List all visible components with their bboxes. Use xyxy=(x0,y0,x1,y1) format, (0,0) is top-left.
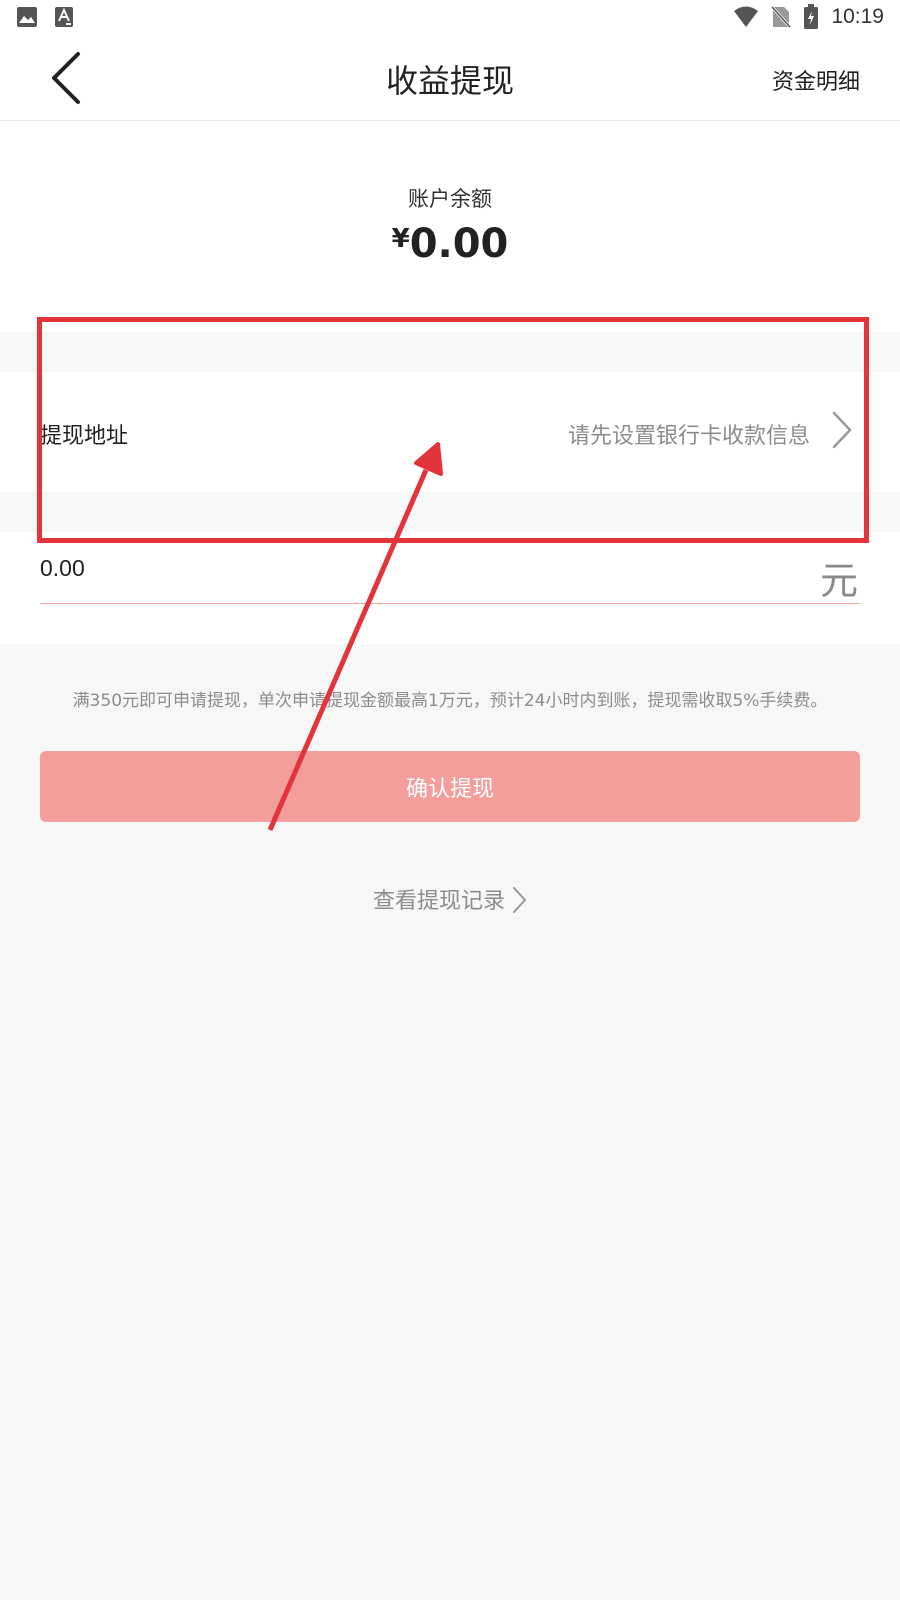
no-sim-icon xyxy=(771,5,792,29)
withdraw-address-value: 请先设置银行卡收款信息 xyxy=(567,424,810,449)
status-bar: 10:19 xyxy=(0,0,900,36)
unit-label: 元 xyxy=(819,559,858,603)
image-icon xyxy=(17,7,37,27)
confirm-withdraw-button[interactable]: 确认提现 xyxy=(40,751,860,822)
wifi-icon xyxy=(734,6,759,27)
withdraw-records-link[interactable]: 查看提现记录 xyxy=(0,883,900,915)
page-title: 收益提现 xyxy=(385,62,514,100)
balance-value: 0.00 xyxy=(409,221,509,267)
balance-amount: ¥0.00 xyxy=(0,221,900,267)
withdraw-records-label: 查看提现记录 xyxy=(372,889,505,914)
battery-charging-icon xyxy=(804,4,819,29)
withdraw-amount-input[interactable] xyxy=(40,548,800,588)
amount-panel: 元 xyxy=(0,532,900,644)
status-bar-right: 10:19 xyxy=(733,4,884,30)
balance-panel: 账户余额 ¥0.00 xyxy=(0,121,900,332)
status-time: 10:19 xyxy=(831,5,884,28)
text-a-icon xyxy=(55,7,73,27)
currency-symbol: ¥ xyxy=(391,224,410,254)
withdraw-address-label: 提现地址 xyxy=(40,424,129,449)
balance-label: 账户余额 xyxy=(408,187,492,211)
chevron-right-icon xyxy=(832,411,852,449)
chevron-right-icon xyxy=(513,887,526,913)
status-bar-left xyxy=(16,6,74,28)
navigation-header: 收益提现 资金明细 xyxy=(0,36,900,121)
withdraw-address-row[interactable]: 提现地址 请先设置银行卡收款信息 xyxy=(0,372,900,492)
withdraw-notice: 满350元即可申请提现，单次申请提现金额最高1万元，预计24小时内到账，提现需收… xyxy=(72,691,828,711)
input-underline xyxy=(40,603,860,604)
fund-details-link[interactable]: 资金明细 xyxy=(772,64,860,96)
